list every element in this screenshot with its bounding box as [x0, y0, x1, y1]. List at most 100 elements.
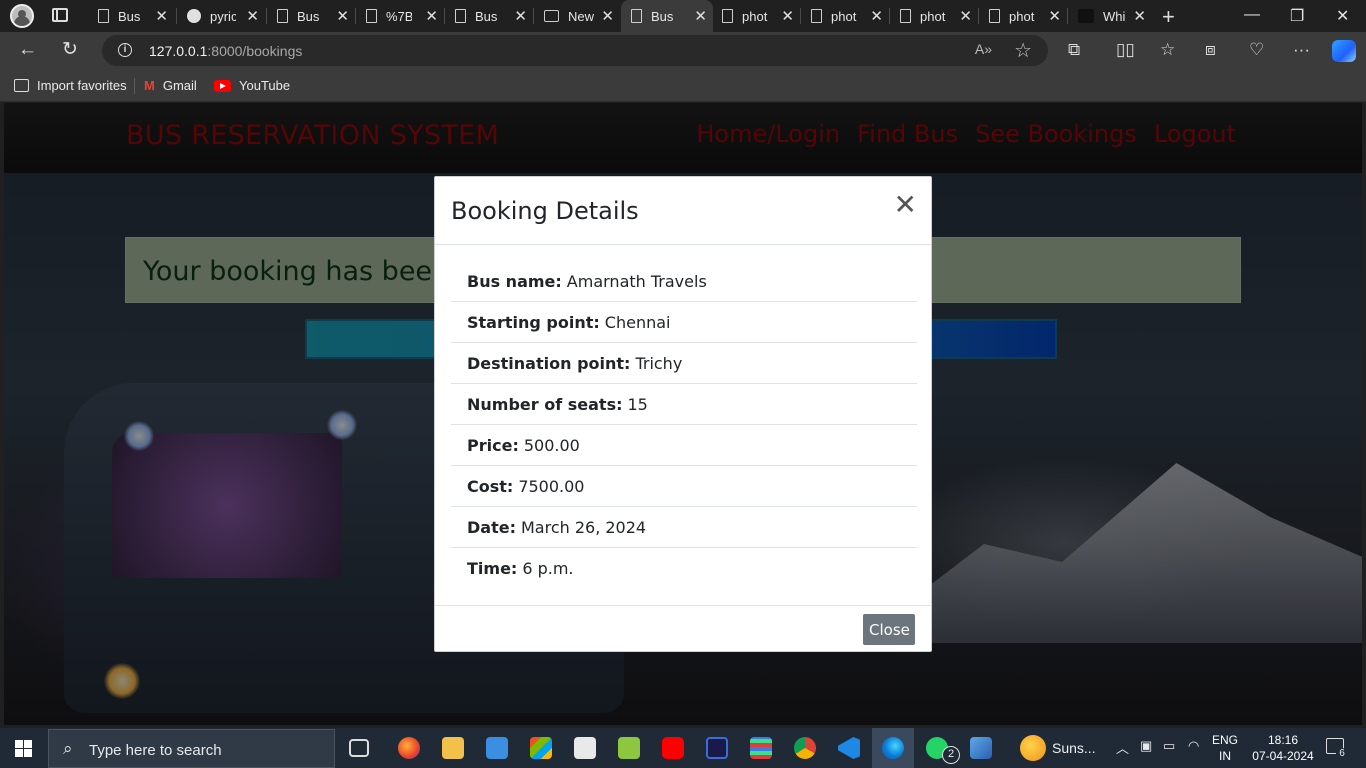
browser-tab-active[interactable]: Bus ✕ [621, 0, 713, 32]
detail-value: 7500.00 [518, 476, 585, 496]
weather-icon[interactable] [1020, 735, 1046, 761]
page-icon [811, 9, 822, 23]
close-icon[interactable]: ✕ [870, 7, 883, 25]
gmail-link[interactable]: M Gmail [144, 78, 197, 93]
close-icon[interactable]: ✕ [959, 7, 972, 25]
browser-tab[interactable]: pyric ✕ [177, 0, 265, 32]
restore-button[interactable]: ❐ [1290, 6, 1304, 26]
region-code: IN [1219, 749, 1231, 763]
minimize-button[interactable]: — [1244, 6, 1260, 24]
tab-actions-icon[interactable] [52, 8, 68, 22]
booking-details-modal: Booking Details ✕ Bus name: Amarnath Tra… [434, 176, 932, 652]
browser-tab[interactable]: Whi ✕ [1068, 0, 1152, 32]
detail-value: March 26, 2024 [520, 517, 647, 537]
page-icon [98, 9, 109, 23]
chevron-up-icon[interactable]: ︿ [1116, 738, 1129, 757]
page-icon [722, 9, 733, 23]
battery-icon[interactable]: ▭ [1163, 738, 1175, 754]
close-icon[interactable]: ✕ [1133, 7, 1146, 25]
detail-label: Cost: [467, 476, 514, 496]
new-tab-button[interactable]: + [1162, 4, 1175, 30]
close-button[interactable]: Close [863, 614, 915, 645]
import-favorites-link[interactable]: Import favorites [14, 78, 127, 93]
browser-tab[interactable]: phot ✕ [979, 0, 1067, 32]
photos-icon[interactable] [970, 737, 992, 759]
split-screen-icon[interactable]: ▯▯ [1116, 40, 1135, 60]
browser-tab[interactable]: %7B ✕ [356, 0, 444, 32]
youtube-icon [214, 79, 231, 92]
browser-essentials-icon[interactable]: ♡ [1249, 40, 1264, 60]
browser-tab-strip: Bus I ✕ pyric ✕ Bus I ✕ %7B ✕ Bus I ✕ Ne… [0, 0, 1366, 32]
favorite-star-icon[interactable]: ☆ [1014, 38, 1032, 63]
system-clock[interactable]: 18:16 07-04-2024 [1252, 732, 1314, 764]
browser-tab[interactable]: phot ✕ [890, 0, 978, 32]
close-icon[interactable]: ✕ [894, 191, 917, 219]
close-icon[interactable]: ✕ [336, 7, 349, 25]
browser-tab[interactable]: Bus I ✕ [445, 0, 533, 32]
close-icon[interactable]: ✕ [514, 7, 527, 25]
detail-label: Starting point: [467, 312, 600, 332]
clock-time: 18:16 [1267, 733, 1299, 747]
site-icon [1078, 9, 1094, 23]
tab-title: Bus I [297, 8, 323, 24]
browser-tab[interactable]: phot ✕ [801, 0, 889, 32]
window-close-button[interactable]: ✕ [1336, 6, 1349, 26]
page-icon [631, 9, 642, 23]
search-placeholder: Type here to search [89, 742, 222, 759]
url-text[interactable]: 127.0.0.1:8000/bookings [149, 43, 302, 59]
info-icon[interactable]: i [118, 43, 132, 57]
modal-header: Booking Details ✕ [435, 177, 931, 245]
address-bar[interactable]: i 127.0.0.1:8000/bookings A» ☆ [102, 35, 1048, 66]
browser-tab[interactable]: Bus I ✕ [88, 0, 174, 32]
chrome-icon[interactable] [794, 737, 816, 759]
close-icon[interactable]: ✕ [425, 7, 438, 25]
file-explorer-icon[interactable] [442, 737, 464, 759]
tab-title: phot [742, 8, 768, 24]
edge-icon[interactable] [882, 737, 904, 759]
taskbar-search-box[interactable]: ⌕ Type here to search [48, 729, 335, 768]
vscode-icon[interactable] [838, 737, 860, 759]
browser-tab[interactable]: Bus I ✕ [267, 0, 355, 32]
store-icon[interactable] [530, 737, 552, 759]
detail-label: Price: [467, 435, 519, 455]
meet-icon[interactable]: ▣ [1140, 738, 1152, 754]
youtube-link[interactable]: YouTube [214, 78, 290, 93]
youtube-app-icon[interactable] [662, 737, 684, 759]
task-view-icon[interactable] [349, 739, 369, 757]
weather-text[interactable]: Suns... [1052, 740, 1096, 756]
language-indicator[interactable]: ENG IN [1210, 732, 1240, 764]
close-icon[interactable]: ✕ [155, 7, 168, 25]
tab-title: Bus I [118, 8, 144, 24]
close-icon[interactable]: ✕ [694, 7, 707, 25]
document-app-icon[interactable] [574, 737, 596, 759]
close-icon[interactable]: ✕ [246, 7, 259, 25]
webex-icon[interactable] [706, 737, 728, 759]
detail-label: Number of seats: [467, 394, 623, 414]
wifi-icon[interactable]: ◠ [1188, 738, 1199, 754]
back-button[interactable]: ← [18, 40, 37, 60]
read-aloud-icon[interactable]: A» [975, 41, 992, 57]
detail-value: Chennai [604, 312, 671, 332]
tab-title: Bus I [475, 8, 501, 24]
favorites-icon[interactable]: ☆ [1160, 40, 1175, 60]
mail-icon[interactable] [486, 737, 508, 759]
close-icon[interactable]: ✕ [781, 7, 794, 25]
refresh-button[interactable]: ↻ [62, 40, 78, 60]
app-icon[interactable] [750, 737, 772, 759]
close-icon[interactable]: ✕ [601, 7, 614, 25]
favorites-bar: Import favorites M Gmail YouTube [0, 70, 1366, 102]
browser-tab[interactable]: New ✕ [534, 0, 620, 32]
tab-title: phot [920, 8, 946, 24]
firefox-icon[interactable] [398, 737, 420, 759]
copilot-icon[interactable] [1332, 40, 1356, 62]
spreadsheet-app-icon[interactable] [618, 737, 640, 759]
modal-body: Bus name: Amarnath Travels Starting poin… [451, 261, 917, 589]
collections-icon[interactable]: ⧈ [1205, 40, 1216, 60]
profile-avatar[interactable] [10, 4, 34, 28]
windows-start-icon[interactable] [15, 740, 32, 757]
browser-tab[interactable]: phot ✕ [712, 0, 800, 32]
more-options-icon[interactable]: ··· [1293, 40, 1310, 60]
close-icon[interactable]: ✕ [1048, 7, 1061, 25]
extensions-icon[interactable]: ⧉ [1068, 40, 1080, 60]
detail-label: Bus name: [467, 271, 562, 291]
